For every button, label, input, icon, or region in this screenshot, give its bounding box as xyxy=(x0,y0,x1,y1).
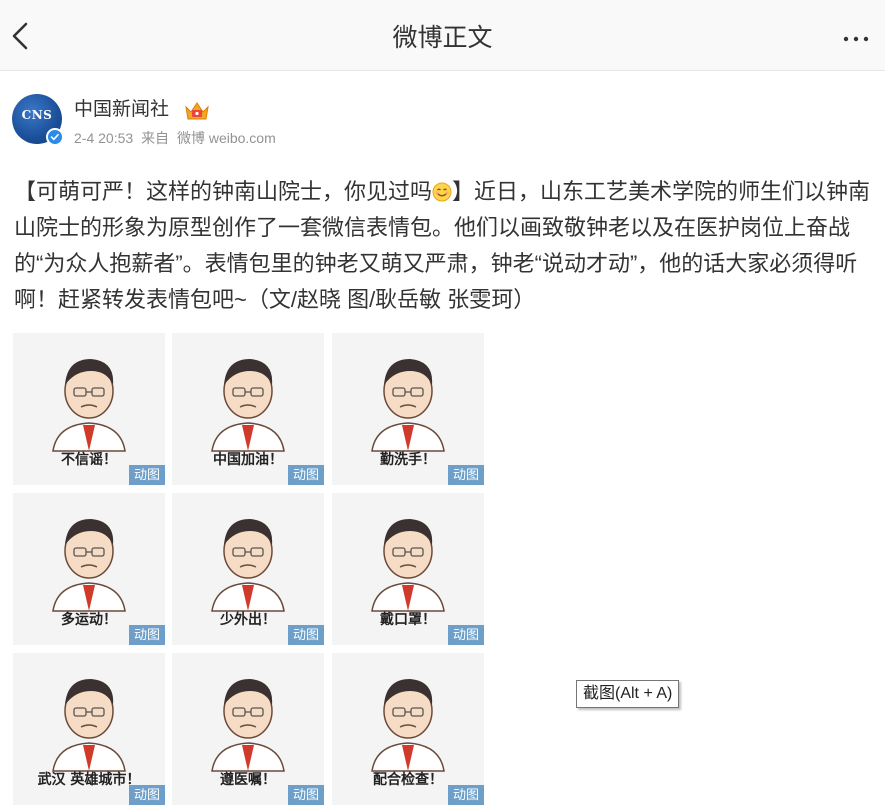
sticker-image[interactable]: 多运动！ 动图 xyxy=(13,493,165,645)
post-text: 【可萌可严！这样的钟南山院士，你见过吗 】近日，山东工艺美术学院的师生们以钟南山院… xyxy=(14,174,874,318)
crown-icon[interactable] xyxy=(184,99,210,123)
screenshot-tooltip: 截图(Alt + A) xyxy=(576,680,680,708)
post-meta: 2-4 20:53 来自 微博 weibo.com xyxy=(74,129,280,147)
gif-badge: 动图 xyxy=(129,625,165,645)
page-title: 微博正文 xyxy=(392,23,493,52)
gif-badge: 动图 xyxy=(288,465,324,485)
more-dots-icon[interactable] xyxy=(841,22,871,52)
gif-badge: 动图 xyxy=(129,465,165,485)
source-prefix: 来自 xyxy=(141,130,170,146)
sticker-image[interactable]: 武汉 英雄城市！ 动图 xyxy=(13,653,165,805)
smile-emoji-icon xyxy=(432,182,452,202)
gif-badge: 动图 xyxy=(448,785,484,805)
post-source: 微博 weibo.com xyxy=(176,130,276,146)
sticker-image[interactable]: 中国加油！ 动图 xyxy=(172,333,324,485)
sticker-image[interactable]: 遵医嘱！ 动图 xyxy=(172,653,324,805)
post-text-part1: 【可萌可严！这样的钟南山院士，你见过吗 xyxy=(14,179,433,204)
gif-badge: 动图 xyxy=(129,785,165,805)
post-header: CNS 中国新闻社 2-4 20:53 来自 微博 weibo.com xyxy=(0,90,885,150)
author-name[interactable]: 中国新闻社 xyxy=(74,98,169,122)
avatar[interactable]: CNS xyxy=(12,94,64,146)
sticker-image[interactable]: 不信谣！ 动图 xyxy=(13,333,165,485)
avatar-logo-text: CNS xyxy=(21,108,53,122)
sticker-image[interactable]: 勤洗手！ 动图 xyxy=(332,333,484,485)
gif-badge: 动图 xyxy=(448,465,484,485)
sticker-image[interactable]: 少外出！ 动图 xyxy=(172,493,324,645)
navigation-bar: 微博正文 xyxy=(0,0,885,71)
gif-badge: 动图 xyxy=(288,785,324,805)
gif-badge: 动图 xyxy=(288,625,324,645)
gif-badge: 动图 xyxy=(448,625,484,645)
sticker-image[interactable]: 戴口罩！ 动图 xyxy=(332,493,484,645)
post-date: 2-4 20:53 xyxy=(74,130,134,146)
verified-badge-icon xyxy=(46,128,64,146)
sticker-image[interactable]: 配合检查！ 动图 xyxy=(332,653,484,805)
